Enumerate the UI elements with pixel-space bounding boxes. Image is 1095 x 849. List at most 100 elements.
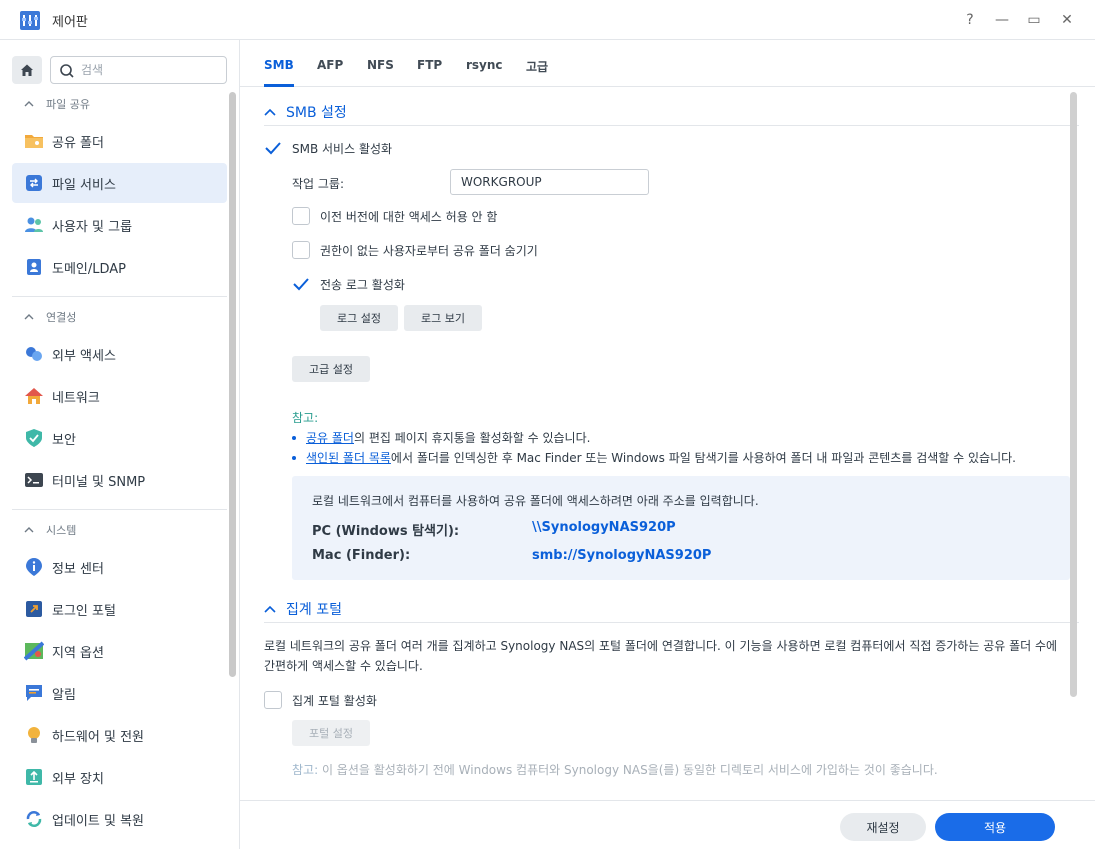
note-title: 참고: [292, 411, 319, 425]
prev-version-label: 이전 버전에 대한 액세스 허용 안 함 [320, 209, 498, 224]
section-divider [264, 622, 1079, 623]
maximize-button[interactable]: ▭ [1022, 8, 1046, 32]
section-title: SMB 설정 [286, 105, 347, 121]
external-device-icon [26, 769, 42, 785]
active-tab-indicator [264, 84, 294, 87]
hide-folders-row[interactable]: 권한이 없는 사용자로부터 공유 폴더 숨기기 [292, 241, 538, 259]
section-label: 시스템 [46, 524, 77, 537]
minimize-button[interactable]: — [990, 8, 1014, 32]
mac-label: Mac (Finder): [312, 548, 411, 563]
sidebar-item-notification[interactable]: 알림 [12, 673, 227, 713]
access-info-panel: 로컬 네트워크에서 컴퓨터를 사용하여 공유 폴더에 액세스하려면 아래 주소를… [292, 476, 1070, 580]
home-icon [21, 64, 33, 76]
bullet-dot [292, 455, 296, 460]
sidebar-item-hardware-power[interactable]: 하드웨어 및 전원 [12, 715, 227, 755]
smb-enable-row[interactable]: SMB 서비스 활성화 [264, 139, 392, 157]
sidebar: 파일 공유 공유 폴더 파일 서비스 사용자 및 그룹 도메인/LDAP 연결성… [0, 40, 240, 849]
section-connectivity[interactable]: 연결성 [24, 309, 76, 325]
section-file-sharing[interactable]: 파일 공유 [24, 96, 90, 112]
sidebar-item-external-access[interactable]: 외부 액세스 [12, 334, 227, 374]
reset-button[interactable]: 재설정 [840, 813, 926, 841]
portal-enable-row[interactable]: 집계 포털 활성화 [264, 691, 377, 709]
sidebar-item-label: 도메인/LDAP [52, 261, 127, 277]
prev-version-row[interactable]: 이전 버전에 대한 액세스 허용 안 함 [292, 207, 497, 225]
sidebar-item-domain-ldap[interactable]: 도메인/LDAP [12, 247, 227, 287]
tab-nfs[interactable]: NFS [367, 58, 394, 72]
portal-hint: 참고: 이 옵션을 활성화하기 전에 Windows 컴퓨터와 Synology… [292, 761, 938, 778]
chevron-up-icon [24, 314, 34, 320]
notification-icon [26, 685, 42, 701]
transfer-log-row[interactable]: 전송 로그 활성화 [292, 275, 405, 293]
sidebar-item-shared-folder[interactable]: 공유 폴더 [12, 121, 227, 161]
prev-version-checkbox[interactable] [292, 207, 310, 225]
portal-section-header[interactable]: 집계 포털 [264, 599, 342, 619]
sidebar-item-network[interactable]: 네트워크 [12, 376, 227, 416]
log-settings-button[interactable]: 로그 설정 [320, 305, 398, 331]
portal-enable-checkbox[interactable] [264, 691, 282, 709]
transfer-log-checkbox[interactable] [292, 275, 310, 293]
home-button[interactable] [12, 56, 42, 84]
smb-enable-label: SMB 서비스 활성화 [292, 141, 393, 156]
note-text: 의 편집 페이지 휴지통을 활성화할 수 있습니다. [353, 431, 591, 445]
external-access-icon [26, 347, 42, 361]
sidebar-item-label: 알림 [52, 687, 76, 703]
sidebar-item-label: 파일 서비스 [52, 177, 116, 193]
help-button[interactable]: ? [958, 8, 982, 32]
content-scrollbar[interactable] [1070, 92, 1077, 697]
section-label: 연결성 [46, 311, 77, 324]
regional-map-icon [24, 641, 44, 661]
tab-smb[interactable]: SMB [264, 58, 294, 72]
control-panel-icon [20, 11, 40, 30]
sidebar-item-label: 지역 옵션 [52, 645, 104, 661]
sidebar-item-file-services[interactable]: 파일 서비스 [12, 163, 227, 203]
access-info-text: 로컬 네트워크에서 컴퓨터를 사용하여 공유 폴더에 액세스하려면 아래 주소를… [312, 494, 759, 508]
sidebar-item-security[interactable]: 보안 [12, 418, 227, 458]
file-services-icon [26, 175, 42, 191]
shared-folder-link[interactable]: 공유 폴더 [306, 429, 354, 446]
transfer-log-label: 전송 로그 활성화 [320, 277, 405, 292]
terminal-icon [25, 473, 43, 487]
smb-section-header[interactable]: SMB 설정 [264, 102, 347, 122]
close-button[interactable]: ✕ [1055, 8, 1079, 32]
sidebar-item-regional-options[interactable]: 지역 옵션 [12, 631, 227, 671]
indexed-folder-link[interactable]: 색인된 폴더 목록 [306, 449, 391, 466]
sidebar-item-users-groups[interactable]: 사용자 및 그룹 [12, 205, 227, 245]
search-box[interactable] [50, 56, 227, 84]
smb-enable-checkbox[interactable] [264, 139, 282, 157]
portal-settings-button[interactable]: 포털 설정 [292, 720, 370, 746]
pc-address: \\SynologyNAS920P [532, 520, 676, 535]
apply-button[interactable]: 적용 [935, 813, 1055, 841]
tab-afp[interactable]: AFP [317, 58, 343, 72]
folder-share-icon [25, 135, 43, 148]
section-system[interactable]: 시스템 [24, 522, 76, 538]
sidebar-item-update-restore[interactable]: 업데이트 및 복원 [12, 799, 227, 839]
sidebar-item-label: 사용자 및 그룹 [52, 219, 133, 235]
tab-advanced[interactable]: 고급 [526, 58, 548, 75]
tab-rsync[interactable]: rsync [466, 58, 503, 72]
checkmark-icon [265, 142, 281, 155]
section-title: 집계 포털 [286, 602, 342, 618]
search-input[interactable] [81, 61, 221, 79]
hide-folders-checkbox[interactable] [292, 241, 310, 259]
hide-folders-label: 권한이 없는 사용자로부터 공유 폴더 숨기기 [320, 243, 538, 258]
sidebar-item-info-center[interactable]: 정보 센터 [12, 547, 227, 587]
sidebar-item-external-devices[interactable]: 외부 장치 [12, 757, 227, 797]
workgroup-label: 작업 그룹: [292, 177, 345, 191]
sidebar-scrollbar[interactable] [229, 92, 236, 677]
sidebar-item-label: 정보 센터 [52, 561, 104, 577]
advanced-settings-button[interactable]: 고급 설정 [292, 356, 370, 382]
workgroup-input[interactable] [450, 169, 649, 195]
view-log-button[interactable]: 로그 보기 [404, 305, 482, 331]
sidebar-item-terminal-snmp[interactable]: 터미널 및 SNMP [12, 460, 227, 500]
shield-icon [26, 429, 42, 447]
tab-ftp[interactable]: FTP [417, 58, 442, 72]
sidebar-item-login-portal[interactable]: 로그인 포털 [12, 589, 227, 629]
sidebar-item-label: 보안 [52, 432, 76, 448]
sidebar-item-label: 하드웨어 및 전원 [52, 729, 144, 745]
main-content: SMB 설정 SMB 서비스 활성화 작업 그룹: 이전 버전에 대한 액세스 … [240, 88, 1080, 800]
note-text: 에서 폴더를 인덱싱한 후 Mac Finder 또는 Windows 파일 탐… [390, 451, 1016, 465]
title-bar: 제어판 ? — ▭ ✕ [0, 0, 1095, 40]
section-label: 파일 공유 [46, 98, 90, 111]
login-portal-icon [26, 601, 42, 617]
sidebar-item-label: 터미널 및 SNMP [52, 474, 146, 490]
